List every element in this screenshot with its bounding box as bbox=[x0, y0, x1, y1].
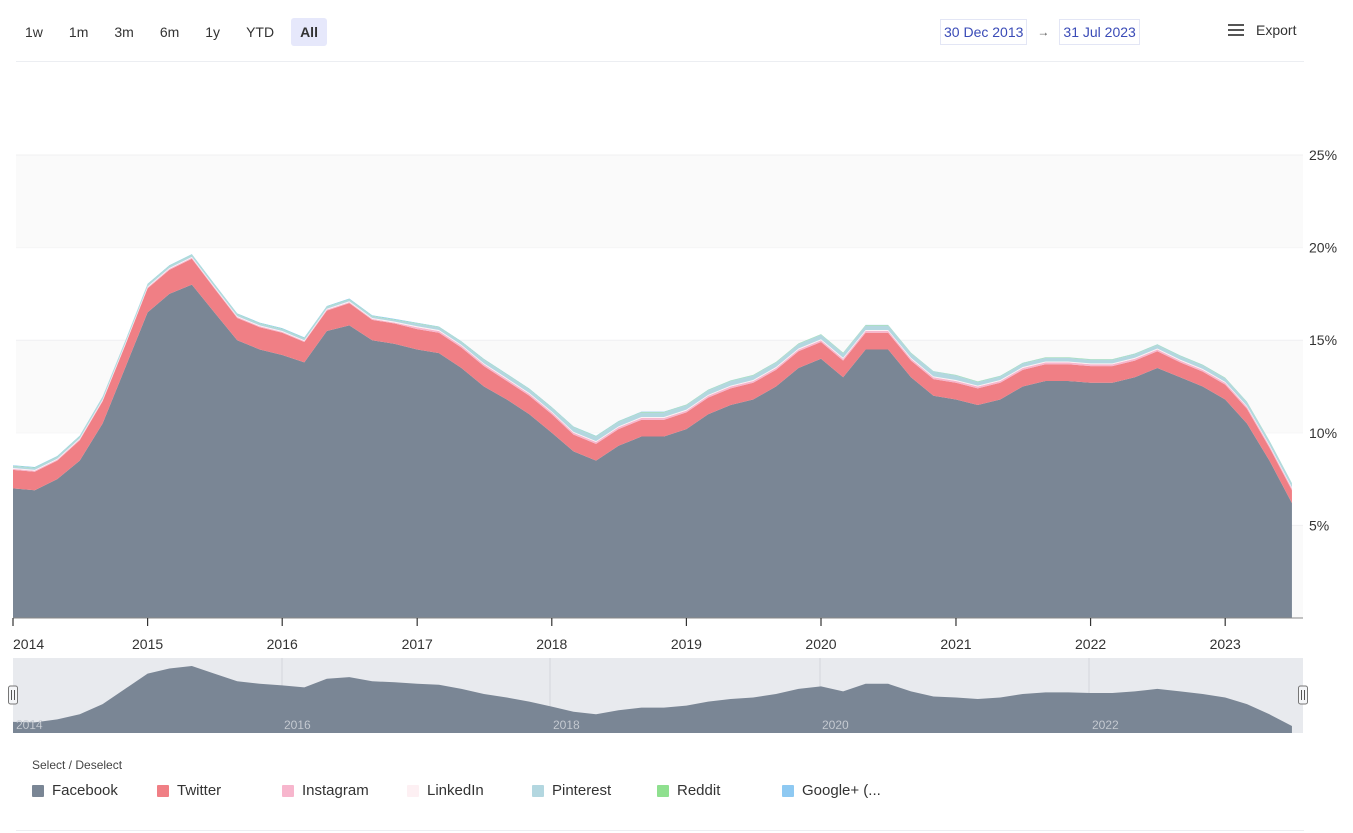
footer-divider bbox=[16, 830, 1304, 831]
legend-swatch bbox=[532, 784, 544, 797]
legend-label: Google+ (... bbox=[802, 782, 881, 799]
legend-swatch bbox=[407, 784, 419, 797]
legend-item-twitter[interactable]: Twitter bbox=[157, 782, 221, 799]
x-tick-label: 2019 bbox=[671, 636, 702, 652]
legend-item-google[interactable]: Google+ (... bbox=[782, 782, 881, 799]
navigator-x-label: 2014 bbox=[16, 718, 43, 732]
legend-label: Reddit bbox=[677, 782, 721, 799]
navigator-x-label: 2022 bbox=[1092, 718, 1119, 732]
x-tick-label: 2014 bbox=[13, 636, 44, 652]
y-tick-label: 5% bbox=[1309, 517, 1329, 533]
y-tick-label: 20% bbox=[1309, 240, 1337, 256]
legend-item-reddit[interactable]: Reddit bbox=[657, 782, 720, 799]
x-tick-label: 2018 bbox=[536, 636, 567, 652]
x-tick-label: 2021 bbox=[940, 636, 971, 652]
legend-swatch bbox=[32, 784, 44, 797]
navigator-left-handle[interactable] bbox=[8, 685, 18, 705]
x-tick-label: 2015 bbox=[132, 636, 163, 652]
y-tick-label: 15% bbox=[1309, 332, 1337, 348]
legend-swatch bbox=[657, 784, 669, 797]
navigator-right-handle[interactable] bbox=[1298, 685, 1308, 705]
legend-item-instagram[interactable]: Instagram bbox=[282, 782, 369, 799]
navigator-x-label: 2016 bbox=[284, 718, 311, 732]
legend-title: Select / Deselect bbox=[32, 758, 123, 772]
legend-item-pinterest[interactable]: Pinterest bbox=[532, 782, 611, 799]
legend-swatch bbox=[282, 784, 294, 797]
y-tick-label: 10% bbox=[1309, 425, 1337, 441]
x-tick-label: 2017 bbox=[402, 636, 433, 652]
stacked-area-chart: 2014 2015 2016 2017 2018 2019 2020 2021 2022 2023… bbox=[8, 147, 1337, 733]
x-tick-label: 2022 bbox=[1075, 636, 1106, 652]
x-tick-label: 2016 bbox=[267, 636, 298, 652]
x-tick-label: 2020 bbox=[805, 636, 836, 652]
legend-item-linkedin[interactable]: LinkedIn bbox=[407, 782, 484, 799]
y-tick-label: 25% bbox=[1309, 147, 1337, 163]
area-series-facebook bbox=[13, 284, 1292, 618]
legend-label: LinkedIn bbox=[427, 782, 484, 799]
x-tick-label: 2023 bbox=[1210, 636, 1241, 652]
grid-band bbox=[16, 155, 1303, 248]
legend-label: Pinterest bbox=[552, 782, 612, 799]
legend-swatch bbox=[782, 784, 794, 797]
navigator-x-label: 2020 bbox=[822, 718, 849, 732]
legend-label: Twitter bbox=[177, 782, 222, 799]
legend-label: Instagram bbox=[302, 782, 369, 799]
navigator-x-label: 2018 bbox=[553, 718, 580, 732]
legend-swatch bbox=[157, 784, 169, 797]
legend-item-facebook[interactable]: Facebook bbox=[32, 782, 118, 799]
legend-label: Facebook bbox=[52, 782, 118, 799]
